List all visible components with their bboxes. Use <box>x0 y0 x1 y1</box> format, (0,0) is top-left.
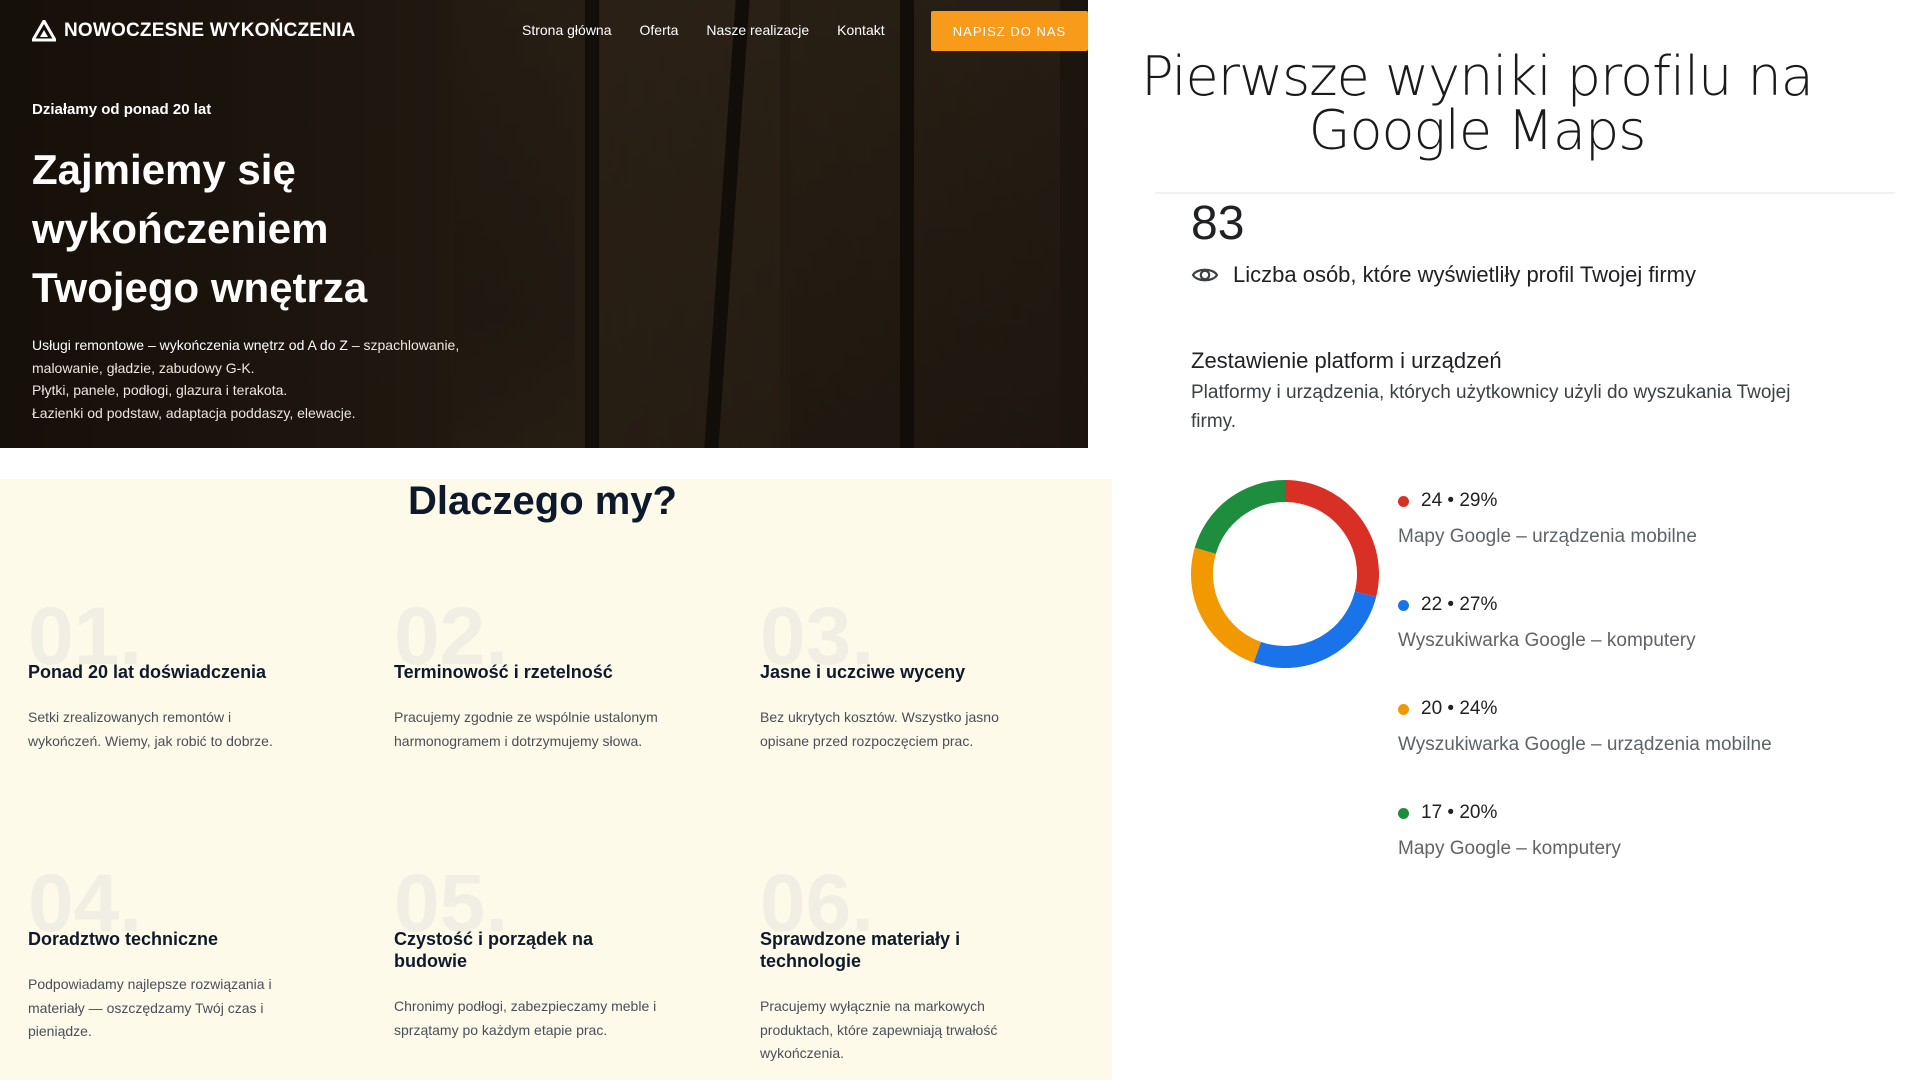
main-nav: Strona główna Oferta Nasze realizacje Ko… <box>522 22 885 38</box>
legend-label: Wyszukiwarka Google – urządzenia mobilne <box>1398 734 1772 755</box>
donut-slice <box>1191 547 1262 663</box>
logo-icon <box>32 20 56 42</box>
hero-title-line: Zajmiemy się <box>32 146 296 193</box>
feature-desc-line: Podpowiadamy najlepsze rozwiązania i <box>28 976 272 992</box>
legend-dot-icon <box>1398 703 1409 715</box>
why-us-section: Dlaczego my? 01. Ponad 20 lat doświadcze… <box>0 479 1112 1080</box>
nav-item-offer[interactable]: Oferta <box>640 22 679 38</box>
nav-item-home[interactable]: Strona główna <box>522 22 612 38</box>
hero-desc-lead-rest: – szpachlowanie, <box>347 337 460 353</box>
legend-label: Mapy Google – komputery <box>1398 838 1621 859</box>
feature-desc-line: Chronimy podłogi, zabezpieczamy meble i <box>394 998 657 1014</box>
platforms-desc-line: firmy. <box>1191 411 1237 432</box>
donut-slice <box>1253 591 1377 668</box>
feature-description: Pracujemy zgodnie ze wspólnie ustalonym … <box>394 706 694 753</box>
feature-description: Podpowiadamy najlepsze rozwiązania i mat… <box>28 973 328 1044</box>
feature-title: Ponad 20 lat doświadczenia <box>28 662 267 682</box>
feature-title: Jasne i uczciwe wyceny <box>760 662 966 682</box>
hero-desc-lead: Usługi remontowe – wykończenia wnętrz od… <box>32 337 348 353</box>
legend-item: 20 • 24% Wyszukiwarka Google – urządzenia… <box>1398 698 1772 756</box>
hero-desc-line: malowanie, gładzie, zabudowy G-K. <box>32 359 255 376</box>
feature-description: Bez ukrytych kosztów. Wszystko jasno opi… <box>760 706 1060 753</box>
why-us-title: Dlaczego my? <box>408 479 677 523</box>
logo-text: NOWOCZESNE WYKOŃCZENIA <box>64 20 356 41</box>
feature-title: Terminowość i rzetelność <box>394 662 613 682</box>
platforms-desc-line: Platformy i urządzenia, których użytkown… <box>1191 382 1791 403</box>
gmaps-title-line: Google Maps <box>1308 99 1647 162</box>
feature-title-line: Sprawdzone materiały i <box>760 929 961 949</box>
feature-title: Czystość i porządek na budowie <box>394 928 694 972</box>
donut-slice <box>1194 480 1286 555</box>
feature-description: Setki zrealizowanych remontów i wykończe… <box>28 706 328 753</box>
feature-description: Pracujemy wyłącznie na markowych produkt… <box>760 995 1060 1066</box>
legend-value: 20 • 24% <box>1421 698 1498 719</box>
logo[interactable]: NOWOCZESNE WYKOŃCZENIA <box>32 20 356 42</box>
legend-dot-icon <box>1398 807 1409 819</box>
gmaps-divider <box>1155 192 1895 194</box>
gmaps-title: Pierwsze wyniki profilu na Google Maps <box>1112 50 1842 158</box>
feature-desc-line: harmonogramem i dotrzymujemy słowa. <box>394 732 643 749</box>
feature-title: Sprawdzone materiały i technologie <box>760 928 1060 972</box>
hero-desc-line: Łazienki od podstaw, adaptacja poddaszy,… <box>32 404 356 421</box>
legend-value: 22 • 27% <box>1421 594 1498 615</box>
feature-description: Chronimy podłogi, zabezpieczamy meble i … <box>394 995 694 1042</box>
profile-views-row: Liczba osób, które wyświetliły profil Tw… <box>1191 262 1696 288</box>
legend-label: Mapy Google – urządzenia mobilne <box>1398 526 1697 547</box>
hero-desc-line: Płytki, panele, podłogi, glazura i terak… <box>32 382 288 398</box>
profile-views-value: 83 <box>1191 197 1245 250</box>
feature-title-line: Czystość i porządek na <box>394 929 594 949</box>
legend-dot-icon <box>1398 495 1409 507</box>
feature-desc-line: Setki zrealizowanych remontów i <box>28 709 232 725</box>
hero-description: Usługi remontowe – wykończenia wnętrz od… <box>32 334 512 424</box>
hero-kicker: Działamy od ponad 20 lat <box>32 101 212 118</box>
platforms-section-desc: Platformy i urządzenia, których użytkown… <box>1191 378 1871 436</box>
feature-desc-line: Pracujemy wyłącznie na markowych <box>760 998 985 1014</box>
contact-cta-button[interactable]: NAPISZ DO NAS <box>931 11 1088 51</box>
legend-item: 17 • 20% Mapy Google – komputery <box>1398 802 1621 860</box>
legend-value: 24 • 29% <box>1421 490 1498 511</box>
nav-item-realizations[interactable]: Nasze realizacje <box>706 22 809 38</box>
feature-desc-line: Bez ukrytych kosztów. Wszystko jasno <box>760 709 999 725</box>
legend-item: 24 • 29% Mapy Google – urządzenia mobilne <box>1398 490 1697 548</box>
feature-desc-line: Pracujemy zgodnie ze wspólnie ustalonym <box>394 709 658 725</box>
donut-slice <box>1284 480 1379 597</box>
hero-title: Zajmiemy się wykończeniem Twojego wnętrz… <box>32 140 512 317</box>
legend-value: 17 • 20% <box>1421 802 1498 823</box>
gmaps-title-line: Pierwsze wyniki profilu na <box>1141 45 1814 108</box>
feature-desc-line: wykończeń. Wiemy, jak robić to dobrze. <box>28 732 273 749</box>
feature-desc-line: wykończenia. <box>760 1045 845 1061</box>
profile-views-label: Liczba osób, które wyświetliły profil Tw… <box>1233 262 1696 287</box>
hero-title-line: wykończeniem <box>32 205 329 252</box>
legend-dot-icon <box>1398 599 1409 611</box>
platforms-section-title: Zestawienie platform i urządzeń <box>1191 348 1502 373</box>
nav-item-contact[interactable]: Kontakt <box>837 22 884 38</box>
feature-title-line: technologie <box>760 951 862 971</box>
eye-icon <box>1191 268 1219 282</box>
hero-section: NOWOCZESNE WYKOŃCZENIA Strona główna Ofe… <box>0 0 1088 448</box>
hero-title-line: Twojego wnętrza <box>32 264 368 311</box>
feature-desc-line: materiały — oszczędzamy Twój czas i <box>28 999 264 1016</box>
platforms-donut-chart <box>1191 480 1379 668</box>
feature-title: Doradztwo techniczne <box>28 929 219 949</box>
feature-desc-line: pieniądze. <box>28 1023 92 1039</box>
legend-item: 22 • 27% Wyszukiwarka Google – komputery <box>1398 594 1696 652</box>
feature-desc-line: opisane przed rozpoczęciem prac. <box>760 732 974 749</box>
legend-label: Wyszukiwarka Google – komputery <box>1398 630 1696 651</box>
feature-desc-line: produktach, które zapewniają trwałość <box>760 1021 998 1038</box>
feature-title-line: budowie <box>394 951 467 971</box>
feature-desc-line: sprzątamy po każdym etapie prac. <box>394 1021 608 1038</box>
